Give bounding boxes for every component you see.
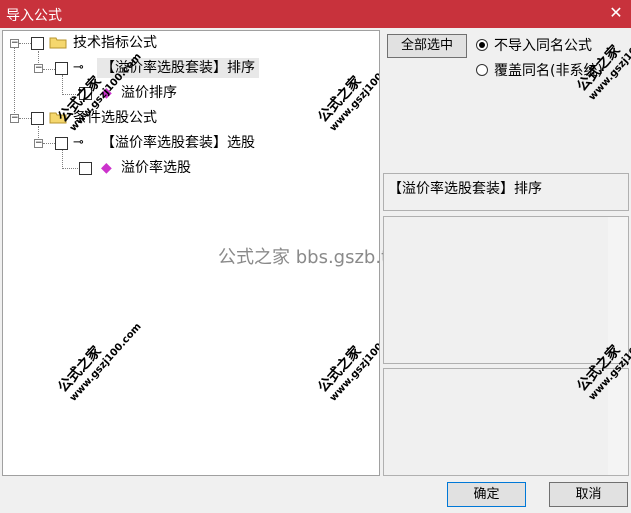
formula-description-panel xyxy=(383,216,629,364)
select-all-button[interactable]: 全部选中 xyxy=(387,34,467,58)
formula-icon: ◆ xyxy=(101,160,112,176)
key-icon: ⊸ xyxy=(73,60,84,75)
tree-node-condition[interactable]: − 条件选股公式 xyxy=(3,108,203,128)
watermark-stamp: 公式之家 www.gszj100.com xyxy=(315,321,380,404)
window-title: 导入公式 xyxy=(6,8,62,24)
radio-skip-label: 不导入同名公式 xyxy=(494,38,592,54)
checkbox[interactable] xyxy=(55,137,68,150)
tree-node-label: 溢价率选股 xyxy=(121,160,191,176)
radio-overwrite[interactable] xyxy=(476,64,488,76)
collapse-icon[interactable]: − xyxy=(10,114,19,123)
checkbox[interactable] xyxy=(31,112,44,125)
selected-formula-name: 【溢价率选股套装】排序 xyxy=(388,181,542,197)
collapse-icon[interactable]: − xyxy=(10,39,19,48)
tree-node-select-set[interactable]: − ⊸ 【溢价率选股套装】选股 xyxy=(3,133,303,153)
tree-node-label: 【溢价率选股套装】选股 xyxy=(101,135,255,151)
watermark-stamp: 公式之家 www.gszj100.com xyxy=(55,321,144,404)
ok-button[interactable]: 确定 xyxy=(447,482,526,507)
watermark-stamp: 公式之家 www.gszj100.com xyxy=(315,51,380,134)
cancel-button[interactable]: 取消 xyxy=(549,482,628,507)
checkbox[interactable] xyxy=(31,37,44,50)
key-icon: ⊸ xyxy=(73,135,84,150)
tree-node-sort-set[interactable]: − ⊸ 【溢价率选股套装】排序 xyxy=(3,58,303,78)
watermark-text: 公式之家 bbs.gszb.top xyxy=(218,247,411,268)
collapse-icon[interactable]: − xyxy=(34,139,43,148)
tree-node-technical[interactable]: − 技术指标公式 xyxy=(3,33,203,53)
close-icon[interactable]: ✕ xyxy=(607,3,625,23)
checkbox[interactable] xyxy=(55,62,68,75)
tree-node-label: 溢价排序 xyxy=(121,85,177,101)
title-bar: 导入公式 ✕ xyxy=(0,0,631,28)
checkbox[interactable] xyxy=(79,162,92,175)
folder-icon xyxy=(49,37,67,49)
tree-leaf-premium-select[interactable]: ◆ 溢价率选股 xyxy=(3,158,203,178)
radio-skip-same-name[interactable] xyxy=(476,39,488,51)
collapse-icon[interactable]: − xyxy=(34,64,43,73)
formula-name-box: 【溢价率选股套装】排序 xyxy=(383,173,629,211)
